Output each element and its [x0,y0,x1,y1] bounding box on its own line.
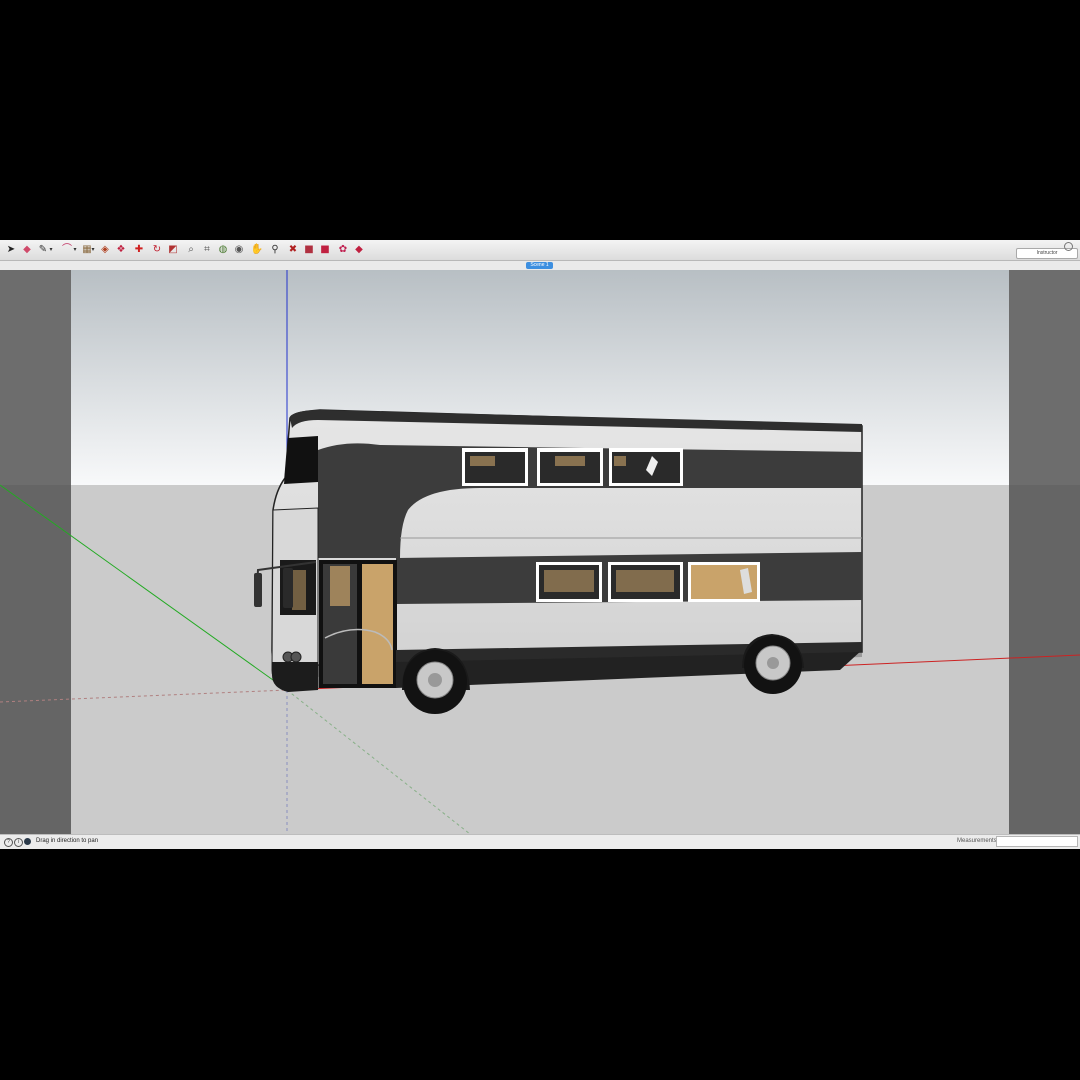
upper-windscreen [284,436,318,484]
scale-tool-icon[interactable]: ◩ [166,243,180,257]
front-bumper [272,662,318,692]
push-pull-tool-icon[interactable]: ◈ [98,243,112,257]
status-hint: Drag in direction to pan [36,838,99,844]
info-icon[interactable]: i [14,838,23,847]
zoom-extents-tool-icon[interactable]: ✖ [286,243,300,257]
move-tool-icon[interactable]: ✚ [132,243,146,257]
arc-dropdown-icon[interactable]: ▾ [72,243,78,257]
eraser-tool-icon[interactable]: ◆ [20,243,34,257]
driver-seat [292,570,306,610]
left-ground-shade [0,485,71,834]
offset-tool-icon[interactable]: ❖ [114,243,128,257]
lower-interior-1 [544,570,594,592]
rotate-tool-icon[interactable]: ↻ [150,243,164,257]
toolbar: ➤ ◆ ✎ ▾ ⌒ ▾ ▦ ▾ ◈ ❖ ✚ ↻ ◩ ⌕ ⌗ ◍ ◉ ✋ ⚲ ✖ ■ ■ ✿ ◆ Instructor [0,240,1080,261]
shape-dropdown-icon[interactable]: ▾ [90,243,96,257]
upper-seat-3 [614,456,626,466]
scene-tab[interactable]: Scene 1 [526,262,553,269]
help-icon[interactable]: ? [4,838,13,847]
tape-measure-tool-icon[interactable]: ⌕ [184,243,198,257]
zoom-tool-icon[interactable]: ⚲ [268,243,282,257]
right-mirror [283,568,293,608]
orbit-tool-icon[interactable]: ◉ [232,243,246,257]
door-panel-right [362,564,393,684]
text-tool-icon[interactable]: ⌗ [200,243,214,257]
line-dropdown-icon[interactable]: ▾ [48,243,54,257]
headlight-right-icon [290,651,302,663]
warehouse-icon[interactable]: ■ [302,243,316,257]
account-icon[interactable] [1064,242,1073,251]
measurements-label: Measurements [957,838,997,844]
viewport-canvas [0,270,1080,834]
lower-interior-2 [616,570,674,592]
upper-seat-1 [470,456,495,466]
measurements-field[interactable] [996,836,1078,847]
layout-icon[interactable]: ✿ [336,243,350,257]
select-tool-icon[interactable]: ➤ [4,243,18,257]
left-mirror [254,573,262,607]
double-decker-bus[interactable] [254,409,863,714]
user-icon[interactable] [24,838,31,845]
upper-seat-2 [555,456,585,466]
model-viewport[interactable] [0,270,1080,834]
paint-bucket-tool-icon[interactable]: ◍ [216,243,230,257]
pan-tool-icon[interactable]: ✋ [250,243,264,257]
search-box-text: Instructor [1036,250,1058,256]
sketchup-window: ➤ ◆ ✎ ▾ ⌒ ▾ ▦ ▾ ◈ ❖ ✚ ↻ ◩ ⌕ ⌗ ◍ ◉ ✋ ⚲ ✖ ■ ■ ✿ ◆ Instructor Scen… [0,240,1080,849]
styles-icon[interactable]: ◆ [352,243,366,257]
door-interior [330,566,350,606]
status-bar: ? i Drag in direction to pan Measurement… [0,834,1080,849]
extension-warehouse-icon[interactable]: ■ [318,243,332,257]
right-ground-shade [1009,485,1080,834]
